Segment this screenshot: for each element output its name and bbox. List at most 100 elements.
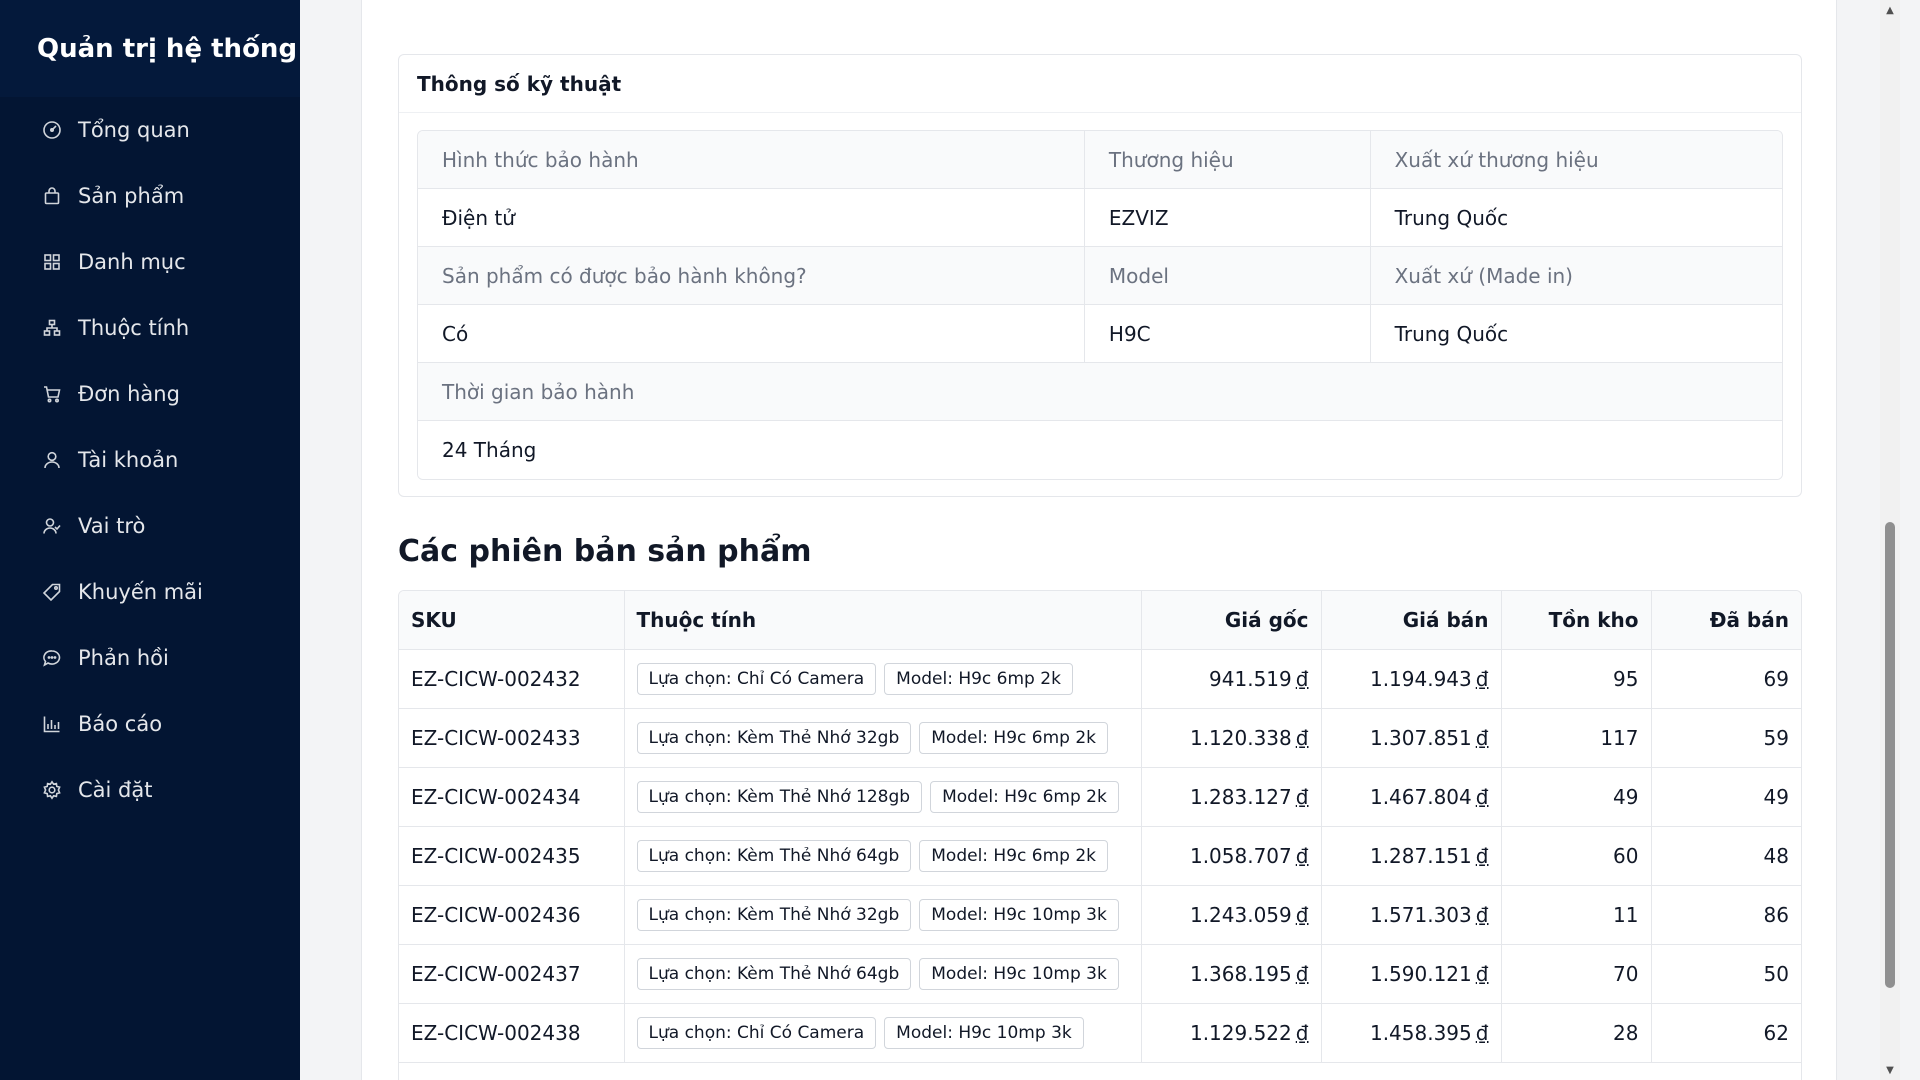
column-header-sku[interactable]: SKU bbox=[399, 591, 625, 650]
spec-label: Thương hiệu bbox=[1084, 131, 1371, 189]
sidebar-item-feedback[interactable]: Phản hồi bbox=[0, 625, 300, 691]
currency-symbol: ₫ bbox=[1475, 1020, 1489, 1045]
attribute-tag: Model: H9c 10mp 3k bbox=[884, 1016, 1084, 1049]
price-value: 1.307.851 bbox=[1369, 725, 1472, 750]
sold-cell: 86 bbox=[1651, 885, 1801, 945]
currency-symbol: ₫ bbox=[1475, 902, 1489, 927]
table-row[interactable]: EZ-CICW-002434 Lựa chọn: Kèm Thẻ Nhớ 128… bbox=[399, 767, 1801, 827]
product-detail-card: Thông số kỹ thuật Hình thức bảo hành Thư… bbox=[361, 0, 1837, 1080]
original-price-cell: 1.283.127 ₫ bbox=[1141, 767, 1322, 827]
sidebar-item-attributes[interactable]: Thuộc tính bbox=[0, 295, 300, 361]
sold-cell: 50 bbox=[1651, 944, 1801, 1004]
table-row[interactable]: EZ-CICW-002436 Lựa chọn: Kèm Thẻ Nhớ 32g… bbox=[399, 885, 1801, 945]
spec-value-row: Có H9C Trung Quốc bbox=[418, 305, 1782, 363]
sale-price-cell: 1.467.804 ₫ bbox=[1321, 767, 1502, 827]
sidebar-item-label: Danh mục bbox=[78, 250, 186, 274]
column-header-attributes[interactable]: Thuộc tính bbox=[624, 591, 1142, 650]
gear-icon bbox=[42, 780, 62, 800]
attributes-cell: Lựa chọn: Chỉ Có Camera Model: H9c 10mp 3… bbox=[624, 1003, 1142, 1063]
column-header-sale-price[interactable]: Giá bán bbox=[1321, 591, 1502, 650]
attributes-cell: Lựa chọn: Kèm Thẻ Nhớ 64gb Model: H9c 6mp… bbox=[624, 826, 1142, 886]
currency-symbol: ₫ bbox=[1295, 725, 1309, 750]
sold-cell: 49 bbox=[1651, 767, 1801, 827]
column-header-sold[interactable]: Đã bán bbox=[1651, 591, 1801, 650]
spec-label: Sản phẩm có được bảo hành không? bbox=[418, 247, 1085, 305]
sidebar-item-roles[interactable]: Vai trò bbox=[0, 493, 300, 559]
currency-symbol: ₫ bbox=[1475, 725, 1489, 750]
original-price-cell: 1.120.338 ₫ bbox=[1141, 708, 1322, 768]
currency-symbol: ₫ bbox=[1475, 784, 1489, 809]
vertical-scrollbar[interactable]: ▲ ▼ bbox=[1880, 0, 1900, 1080]
sidebar-item-overview[interactable]: Tổng quan bbox=[0, 97, 300, 163]
sale-price-cell: 1.307.851 ₫ bbox=[1321, 708, 1502, 768]
attribute-tag: Lựa chọn: Kèm Thẻ Nhớ 32gb bbox=[636, 721, 912, 754]
sidebar-item-settings[interactable]: Cài đặt bbox=[0, 757, 300, 823]
table-row[interactable]: EZ-CICW-002432 Lựa chọn: Chỉ Có Camera Mo… bbox=[399, 649, 1801, 709]
sold-cell: 69 bbox=[1651, 649, 1801, 709]
column-header-original-price[interactable]: Giá gốc bbox=[1141, 591, 1322, 650]
shopping-bag-icon bbox=[42, 186, 62, 206]
sidebar-item-accounts[interactable]: Tài khoản bbox=[0, 427, 300, 493]
table-row[interactable]: EZ-CICW-002433 Lựa chọn: Kèm Thẻ Nhớ 32g… bbox=[399, 708, 1801, 768]
attribute-tag: Model: H9c 6mp 2k bbox=[919, 839, 1109, 872]
sidebar: Quản trị hệ thống Tổng quan Sản phẩm Dan… bbox=[0, 0, 300, 1080]
spec-value-row: Điện tử EZVIZ Trung Quốc bbox=[418, 189, 1782, 247]
tag-icon bbox=[42, 582, 62, 602]
attribute-tag: Lựa chọn: Kèm Thẻ Nhớ 128gb bbox=[636, 780, 923, 813]
original-price-cell: 1.368.195 ₫ bbox=[1141, 944, 1322, 1004]
attributes-cell: Lựa chọn: Kèm Thẻ Nhớ 32gb Model: H9c 6mp… bbox=[624, 708, 1142, 768]
price-value: 1.194.943 bbox=[1369, 666, 1472, 691]
grid-icon bbox=[42, 252, 62, 272]
sidebar-item-orders[interactable]: Đơn hàng bbox=[0, 361, 300, 427]
attribute-tag: Lựa chọn: Kèm Thẻ Nhớ 32gb bbox=[636, 898, 912, 931]
sale-price-cell: 1.571.303 ₫ bbox=[1321, 885, 1502, 945]
currency-symbol: ₫ bbox=[1295, 902, 1309, 927]
table-row[interactable]: EZ-CICW-002437 Lựa chọn: Kèm Thẻ Nhớ 64g… bbox=[399, 944, 1801, 1004]
stock-cell: 70 bbox=[1501, 944, 1652, 1004]
sale-price-cell: 1.458.395 ₫ bbox=[1321, 1003, 1502, 1063]
price-value: 1.590.121 bbox=[1369, 961, 1472, 986]
currency-symbol: ₫ bbox=[1295, 666, 1309, 691]
dashboard-icon bbox=[42, 120, 62, 140]
sidebar-item-label: Khuyến mãi bbox=[78, 580, 203, 604]
table-row[interactable]: EZ-CICW-002435 Lựa chọn: Kèm Thẻ Nhớ 64g… bbox=[399, 826, 1801, 886]
scroll-up-arrow[interactable]: ▲ bbox=[1880, 0, 1900, 20]
stock-cell: 95 bbox=[1501, 649, 1652, 709]
attributes-cell: Lựa chọn: Kèm Thẻ Nhớ 32gb Model: H9c 10m… bbox=[624, 885, 1142, 945]
sidebar-item-label: Phản hồi bbox=[78, 646, 169, 670]
price-value: 1.467.804 bbox=[1369, 784, 1472, 809]
scroll-thumb[interactable] bbox=[1885, 522, 1895, 988]
sidebar-item-label: Cài đặt bbox=[78, 778, 153, 802]
attributes-cell: Lựa chọn: Chỉ Có Camera Model: H9c 6mp 2k bbox=[624, 649, 1142, 709]
sku-cell: EZ-CICW-002438 bbox=[399, 1003, 625, 1063]
sidebar-item-promotions[interactable]: Khuyến mãi bbox=[0, 559, 300, 625]
main-content: Thông số kỹ thuật Hình thức bảo hành Thư… bbox=[300, 0, 1900, 1080]
table-row[interactable]: EZ-CICW-002438 Lựa chọn: Chỉ Có Camera Mo… bbox=[399, 1003, 1801, 1063]
spec-label: Thời gian bảo hành bbox=[418, 363, 1782, 421]
sidebar-item-products[interactable]: Sản phẩm bbox=[0, 163, 300, 229]
scroll-down-arrow[interactable]: ▼ bbox=[1880, 1060, 1900, 1080]
sku-cell: EZ-CICW-002437 bbox=[399, 944, 625, 1004]
user-role-icon bbox=[42, 516, 62, 536]
sidebar-item-label: Thuộc tính bbox=[78, 316, 190, 340]
sidebar-item-label: Đơn hàng bbox=[78, 382, 180, 406]
price-value: 1.058.707 bbox=[1189, 843, 1292, 868]
spec-value: Điện tử bbox=[418, 189, 1085, 247]
cart-icon bbox=[42, 384, 62, 404]
sidebar-item-reports[interactable]: Báo cáo bbox=[0, 691, 300, 757]
currency-symbol: ₫ bbox=[1475, 961, 1489, 986]
column-header-stock[interactable]: Tồn kho bbox=[1501, 591, 1652, 650]
sitemap-icon bbox=[42, 318, 62, 338]
attribute-tag: Model: H9c 10mp 3k bbox=[919, 898, 1119, 931]
currency-symbol: ₫ bbox=[1475, 666, 1489, 691]
sidebar-item-label: Vai trò bbox=[78, 514, 146, 538]
spec-label: Xuất xứ thương hiệu bbox=[1370, 131, 1782, 189]
chat-icon bbox=[42, 648, 62, 668]
attributes-cell: Lựa chọn: Kèm Thẻ Nhớ 64gb Model: H9c 10m… bbox=[624, 944, 1142, 1004]
attribute-tag: Model: H9c 6mp 2k bbox=[884, 662, 1073, 695]
spec-value: 24 Tháng bbox=[418, 421, 1782, 479]
sku-cell: EZ-CICW-002434 bbox=[399, 767, 625, 827]
sidebar-item-categories[interactable]: Danh mục bbox=[0, 229, 300, 295]
variants-heading: Các phiên bản sản phẩm bbox=[398, 534, 812, 569]
stock-cell: 49 bbox=[1501, 767, 1652, 827]
